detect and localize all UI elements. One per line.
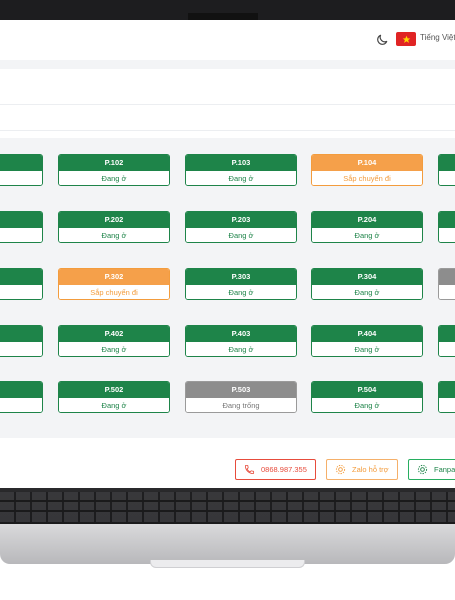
room-card[interactable]: P.303 Đang ở <box>185 268 297 300</box>
phone-number: 0868.987.355 <box>261 465 307 474</box>
keyboard-keys <box>0 492 455 522</box>
room-card[interactable]: P.502 Đang ở <box>58 381 170 413</box>
room-card[interactable]: P.404 Đang ở <box>311 325 423 357</box>
room-card-partial[interactable] <box>0 154 43 186</box>
room-number: P.102 <box>59 155 169 171</box>
key-row-gap <box>0 500 455 502</box>
room-status: Đang ở <box>186 285 296 299</box>
zalo-support-button[interactable]: Zalo hỗ trợ <box>326 459 398 480</box>
room-card-partial[interactable] <box>438 154 455 186</box>
room-status: Đang ở <box>312 342 422 356</box>
room-card[interactable]: P.304 Đang ở <box>311 268 423 300</box>
room-card-partial[interactable] <box>438 325 455 357</box>
fanpage-gear-icon <box>417 464 428 475</box>
room-card[interactable]: P.104 Sắp chuyển đi <box>311 154 423 186</box>
room-card[interactable]: P.103 Đang ở <box>185 154 297 186</box>
laptop-base <box>0 488 455 600</box>
room-number: P.104 <box>312 155 422 171</box>
room-status: Đang ở <box>186 171 296 185</box>
room-status: Đang ở <box>312 228 422 242</box>
room-status: Đang ở <box>59 398 169 412</box>
keyboard <box>0 488 455 524</box>
room-number: P.402 <box>59 326 169 342</box>
room-card-partial[interactable] <box>438 381 455 413</box>
room-status: Đang ở <box>59 171 169 185</box>
room-number: P.503 <box>186 382 296 398</box>
room-card-partial[interactable] <box>0 211 43 243</box>
key-row-gap <box>0 510 455 512</box>
room-card-partial[interactable] <box>438 268 455 300</box>
room-number: P.302 <box>59 269 169 285</box>
room-card-partial[interactable] <box>0 268 43 300</box>
laptop-bezel: Tiếng Việt P.102 Đang ở P.103 Đang ở P.104… <box>0 0 455 496</box>
room-card-partial[interactable] <box>0 325 43 357</box>
phone-button[interactable]: 0868.987.355 <box>235 459 316 480</box>
fanpage-label: Fanpage <box>434 465 455 474</box>
room-number: P.303 <box>186 269 296 285</box>
room-card[interactable]: P.403 Đang ở <box>185 325 297 357</box>
top-bar: Tiếng Việt <box>0 20 455 60</box>
room-number: P.103 <box>186 155 296 171</box>
room-number: P.502 <box>59 382 169 398</box>
divider <box>0 130 455 131</box>
room-card[interactable]: P.204 Đang ở <box>311 211 423 243</box>
room-status: Đang ở <box>59 228 169 242</box>
room-status: Sắp chuyển đi <box>59 285 169 299</box>
room-card[interactable]: P.302 Sắp chuyển đi <box>58 268 170 300</box>
room-card-partial[interactable] <box>438 211 455 243</box>
room-status: Đang ở <box>186 342 296 356</box>
phone-icon <box>244 464 255 475</box>
room-grid: P.102 Đang ở P.103 Đang ở P.104 Sắp chuyển … <box>0 138 455 438</box>
divider <box>0 104 455 105</box>
vietnam-flag-icon[interactable] <box>396 32 416 46</box>
room-card-partial[interactable] <box>0 381 43 413</box>
room-status: Đang ở <box>59 342 169 356</box>
room-number: P.403 <box>186 326 296 342</box>
room-card[interactable]: P.503 Đang trống <box>185 381 297 413</box>
room-number: P.304 <box>312 269 422 285</box>
header-divider-band <box>0 60 455 69</box>
zalo-label: Zalo hỗ trợ <box>352 465 389 474</box>
room-number: P.202 <box>59 212 169 228</box>
support-gear-icon <box>335 464 346 475</box>
laptop-lip <box>150 560 305 568</box>
room-card[interactable]: P.504 Đang ở <box>311 381 423 413</box>
moon-icon[interactable] <box>375 33 389 47</box>
language-selector[interactable]: Tiếng Việt <box>420 33 455 42</box>
room-number: P.404 <box>312 326 422 342</box>
room-status: Đang trống <box>186 398 296 412</box>
room-status: Đang ở <box>186 228 296 242</box>
room-status: Sắp chuyển đi <box>312 171 422 185</box>
room-status: Đang ở <box>312 398 422 412</box>
room-card[interactable]: P.102 Đang ở <box>58 154 170 186</box>
laptop-deck <box>0 524 455 564</box>
room-card[interactable]: P.203 Đang ở <box>185 211 297 243</box>
room-card[interactable]: P.202 Đang ở <box>58 211 170 243</box>
app-screen: Tiếng Việt P.102 Đang ở P.103 Đang ở P.104… <box>0 20 455 488</box>
room-number: P.504 <box>312 382 422 398</box>
room-card[interactable]: P.402 Đang ở <box>58 325 170 357</box>
room-number: P.203 <box>186 212 296 228</box>
room-status: Đang ở <box>312 285 422 299</box>
fanpage-button[interactable]: Fanpage <box>408 459 455 480</box>
footer-contact-bar: 0868.987.355 Zalo hỗ trợ Fanpage <box>0 438 455 488</box>
room-number: P.204 <box>312 212 422 228</box>
